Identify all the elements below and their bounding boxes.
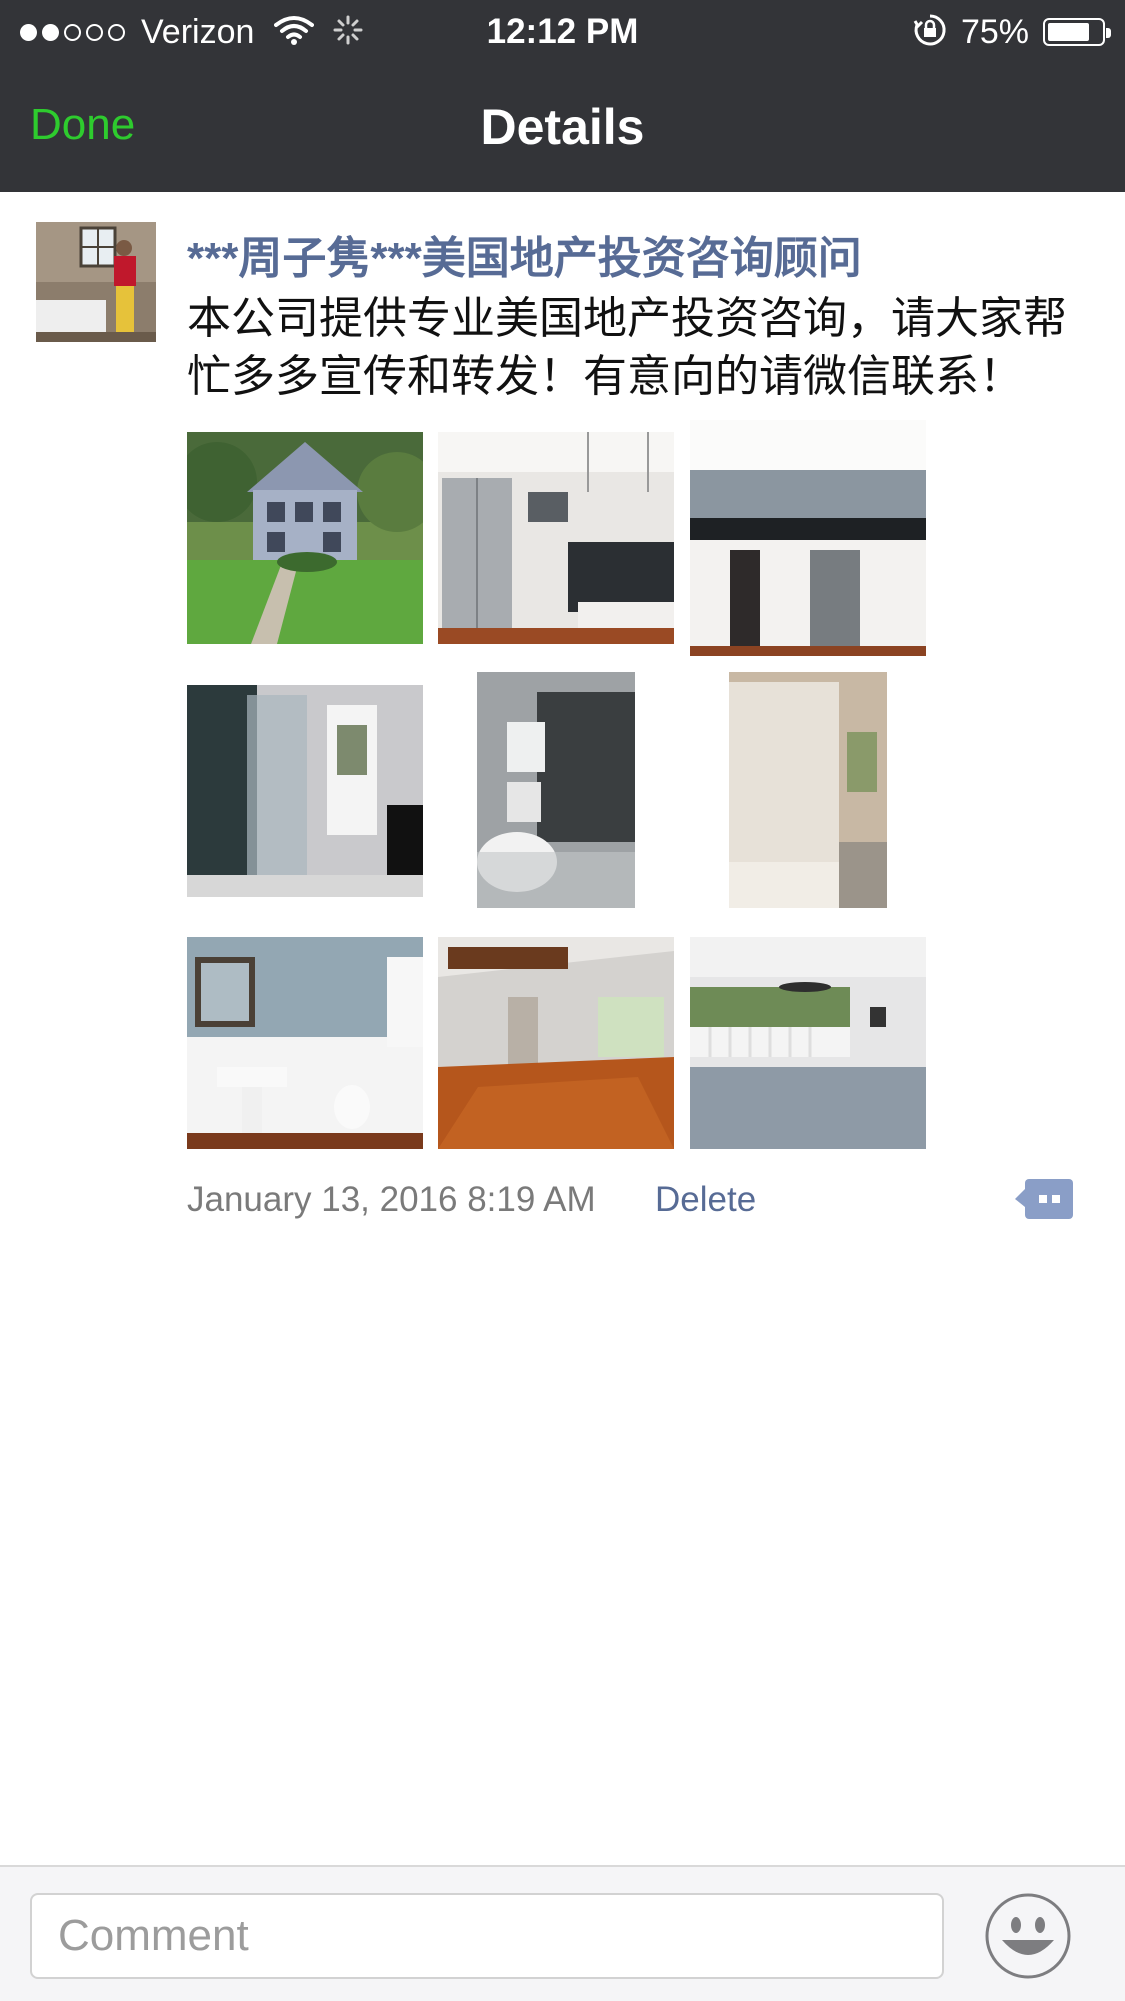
photo-bathtub[interactable]: [729, 672, 887, 908]
post-text: 本公司提供专业美国地产投资咨询，请大家帮忙多多宣传和转发！有意向的请微信联系！: [187, 294, 1067, 401]
photo-house-exterior[interactable]: [187, 432, 423, 644]
status-right: 75%: [913, 10, 1111, 54]
status-bar: Verizon 12:12 PM 75%: [0, 0, 1125, 64]
delete-button[interactable]: Delete: [655, 1175, 756, 1225]
page-title: Details: [480, 99, 645, 155]
avatar[interactable]: [36, 222, 156, 342]
smiley-face-icon[interactable]: [984, 1892, 1072, 1980]
post-timestamp: January 13, 2016 8:19 AM: [187, 1180, 596, 1219]
battery-icon: [1043, 18, 1111, 46]
photo-living-room[interactable]: [438, 937, 674, 1149]
photo-bathroom-sink[interactable]: [187, 937, 423, 1149]
photo-kitchen-island[interactable]: [438, 432, 674, 644]
navigation-bar: Done Details: [0, 64, 1125, 192]
orientation-lock-icon: [913, 13, 947, 52]
photo-kitchen-counter[interactable]: [690, 420, 926, 656]
photo-shower-corner[interactable]: [477, 672, 635, 908]
post-author-name[interactable]: ***周子隽***美国地产投资咨询顾问: [187, 222, 862, 286]
photo-glass-shower[interactable]: [187, 685, 423, 897]
battery-percent: 75%: [960, 12, 1029, 51]
comment-input[interactable]: Comment: [30, 1893, 944, 1979]
photo-sunroom[interactable]: [690, 937, 926, 1149]
comment-bar: Comment: [0, 1865, 1125, 2001]
comment-action-icon[interactable]: [1015, 1177, 1075, 1221]
